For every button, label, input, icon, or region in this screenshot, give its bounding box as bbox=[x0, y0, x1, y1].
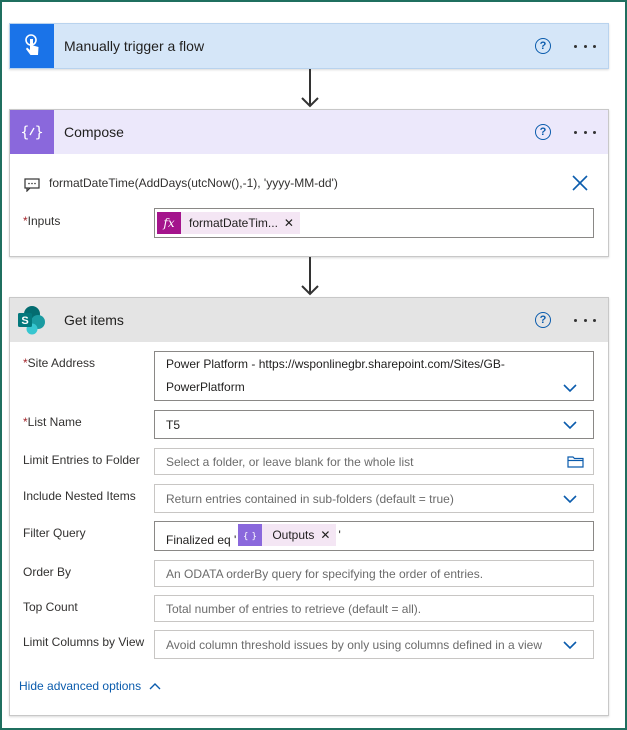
filter-query-prefix: Finalized eq ' bbox=[166, 533, 237, 547]
token-label: formatDateTim... bbox=[189, 216, 278, 230]
filter-query-field[interactable]: Finalized eq ' { } Outputs ✕ ' bbox=[154, 521, 594, 551]
top-count-label: Top Count bbox=[23, 600, 78, 614]
comment-icon bbox=[24, 178, 40, 192]
help-icon[interactable]: ? bbox=[535, 124, 551, 140]
outputs-token[interactable]: { } Outputs ✕ bbox=[238, 524, 337, 546]
nested-items-placeholder: Return entries contained in sub-folders … bbox=[166, 491, 454, 506]
site-address-value-line2: PowerPlatform bbox=[166, 380, 245, 394]
help-icon[interactable]: ? bbox=[535, 38, 551, 54]
get-items-card[interactable]: S Get items ? *Site Address Power Platfo… bbox=[9, 297, 609, 716]
limit-columns-label: Limit Columns by View bbox=[23, 635, 145, 649]
limit-columns-placeholder: Avoid column threshold issues by only us… bbox=[166, 637, 542, 652]
limit-folder-placeholder: Select a folder, or leave blank for the … bbox=[166, 454, 414, 469]
help-icon[interactable]: ? bbox=[535, 312, 551, 328]
order-by-placeholder: An ODATA orderBy query for specifying th… bbox=[166, 566, 484, 581]
get-items-header[interactable]: S Get items ? bbox=[10, 298, 608, 342]
more-options-icon[interactable] bbox=[574, 122, 596, 142]
limit-columns-field[interactable]: Avoid column threshold issues by only us… bbox=[154, 630, 594, 659]
sharepoint-logo-icon: S bbox=[10, 298, 54, 342]
filter-query-label: Filter Query bbox=[23, 526, 86, 540]
limit-folder-field[interactable]: Select a folder, or leave blank for the … bbox=[154, 448, 594, 475]
chevron-down-icon[interactable] bbox=[563, 420, 577, 430]
hide-advanced-options-link[interactable]: Hide advanced options bbox=[19, 679, 161, 693]
expression-token[interactable]: fx formatDateTim... ✕ bbox=[157, 212, 300, 234]
remove-token-icon[interactable]: ✕ bbox=[284, 216, 300, 230]
nested-items-label: Include Nested Items bbox=[23, 489, 136, 503]
svg-text:{ }: { } bbox=[243, 532, 257, 541]
inputs-label-text: Inputs bbox=[27, 214, 61, 228]
order-by-field[interactable]: An ODATA orderBy query for specifying th… bbox=[154, 560, 594, 587]
inputs-label: *Inputs bbox=[23, 214, 60, 228]
braces-icon: { } bbox=[10, 110, 54, 154]
site-address-value-line1: Power Platform - https://wsponlinegbr.sh… bbox=[166, 357, 505, 371]
braces-icon: { } bbox=[238, 524, 263, 546]
order-by-label: Order By bbox=[23, 565, 72, 579]
more-options-icon[interactable] bbox=[574, 310, 596, 330]
list-name-value: T5 bbox=[166, 417, 181, 432]
fx-icon: fx bbox=[157, 212, 181, 234]
token-label: Outputs bbox=[272, 528, 315, 542]
limit-folder-label: Limit Entries to Folder bbox=[23, 453, 140, 467]
touch-hand-icon bbox=[10, 24, 54, 68]
chevron-down-icon[interactable] bbox=[563, 640, 577, 650]
more-options-icon[interactable] bbox=[574, 36, 596, 56]
compose-comment[interactable]: formatDateTime(AddDays(utcNow(),-1), 'yy… bbox=[49, 176, 338, 190]
chevron-down-icon[interactable] bbox=[563, 494, 577, 504]
remove-token-icon[interactable]: ✕ bbox=[320, 528, 336, 542]
inputs-field[interactable]: fx formatDateTim... ✕ bbox=[154, 208, 594, 238]
chevron-up-icon bbox=[149, 683, 161, 690]
folder-icon[interactable] bbox=[567, 455, 584, 468]
svg-text:S: S bbox=[21, 315, 28, 327]
close-icon[interactable] bbox=[572, 175, 588, 191]
compose-card[interactable]: { } Compose ? formatDateTime(AddDays(utc… bbox=[9, 109, 609, 257]
top-count-field[interactable]: Total number of entries to retrieve (def… bbox=[154, 595, 594, 622]
get-items-title: Get items bbox=[64, 312, 124, 328]
compose-header[interactable]: { } Compose ? bbox=[10, 110, 608, 154]
list-name-label: *List Name bbox=[23, 415, 82, 429]
arrow-down-icon bbox=[301, 69, 319, 108]
compose-title: Compose bbox=[64, 124, 124, 140]
trigger-title: Manually trigger a flow bbox=[64, 38, 205, 54]
site-address-field[interactable]: Power Platform - https://wsponlinegbr.sh… bbox=[154, 351, 594, 401]
top-count-placeholder: Total number of entries to retrieve (def… bbox=[166, 601, 422, 616]
site-address-label: *Site Address bbox=[23, 356, 96, 370]
nested-items-field[interactable]: Return entries contained in sub-folders … bbox=[154, 484, 594, 513]
chevron-down-icon[interactable] bbox=[563, 383, 577, 393]
arrow-down-icon bbox=[301, 257, 319, 296]
filter-query-suffix: ' bbox=[338, 528, 341, 542]
list-name-field[interactable]: T5 bbox=[154, 410, 594, 439]
trigger-header[interactable]: Manually trigger a flow ? bbox=[10, 24, 608, 68]
trigger-card[interactable]: Manually trigger a flow ? bbox=[9, 23, 609, 69]
hide-advanced-options-label: Hide advanced options bbox=[19, 679, 142, 693]
